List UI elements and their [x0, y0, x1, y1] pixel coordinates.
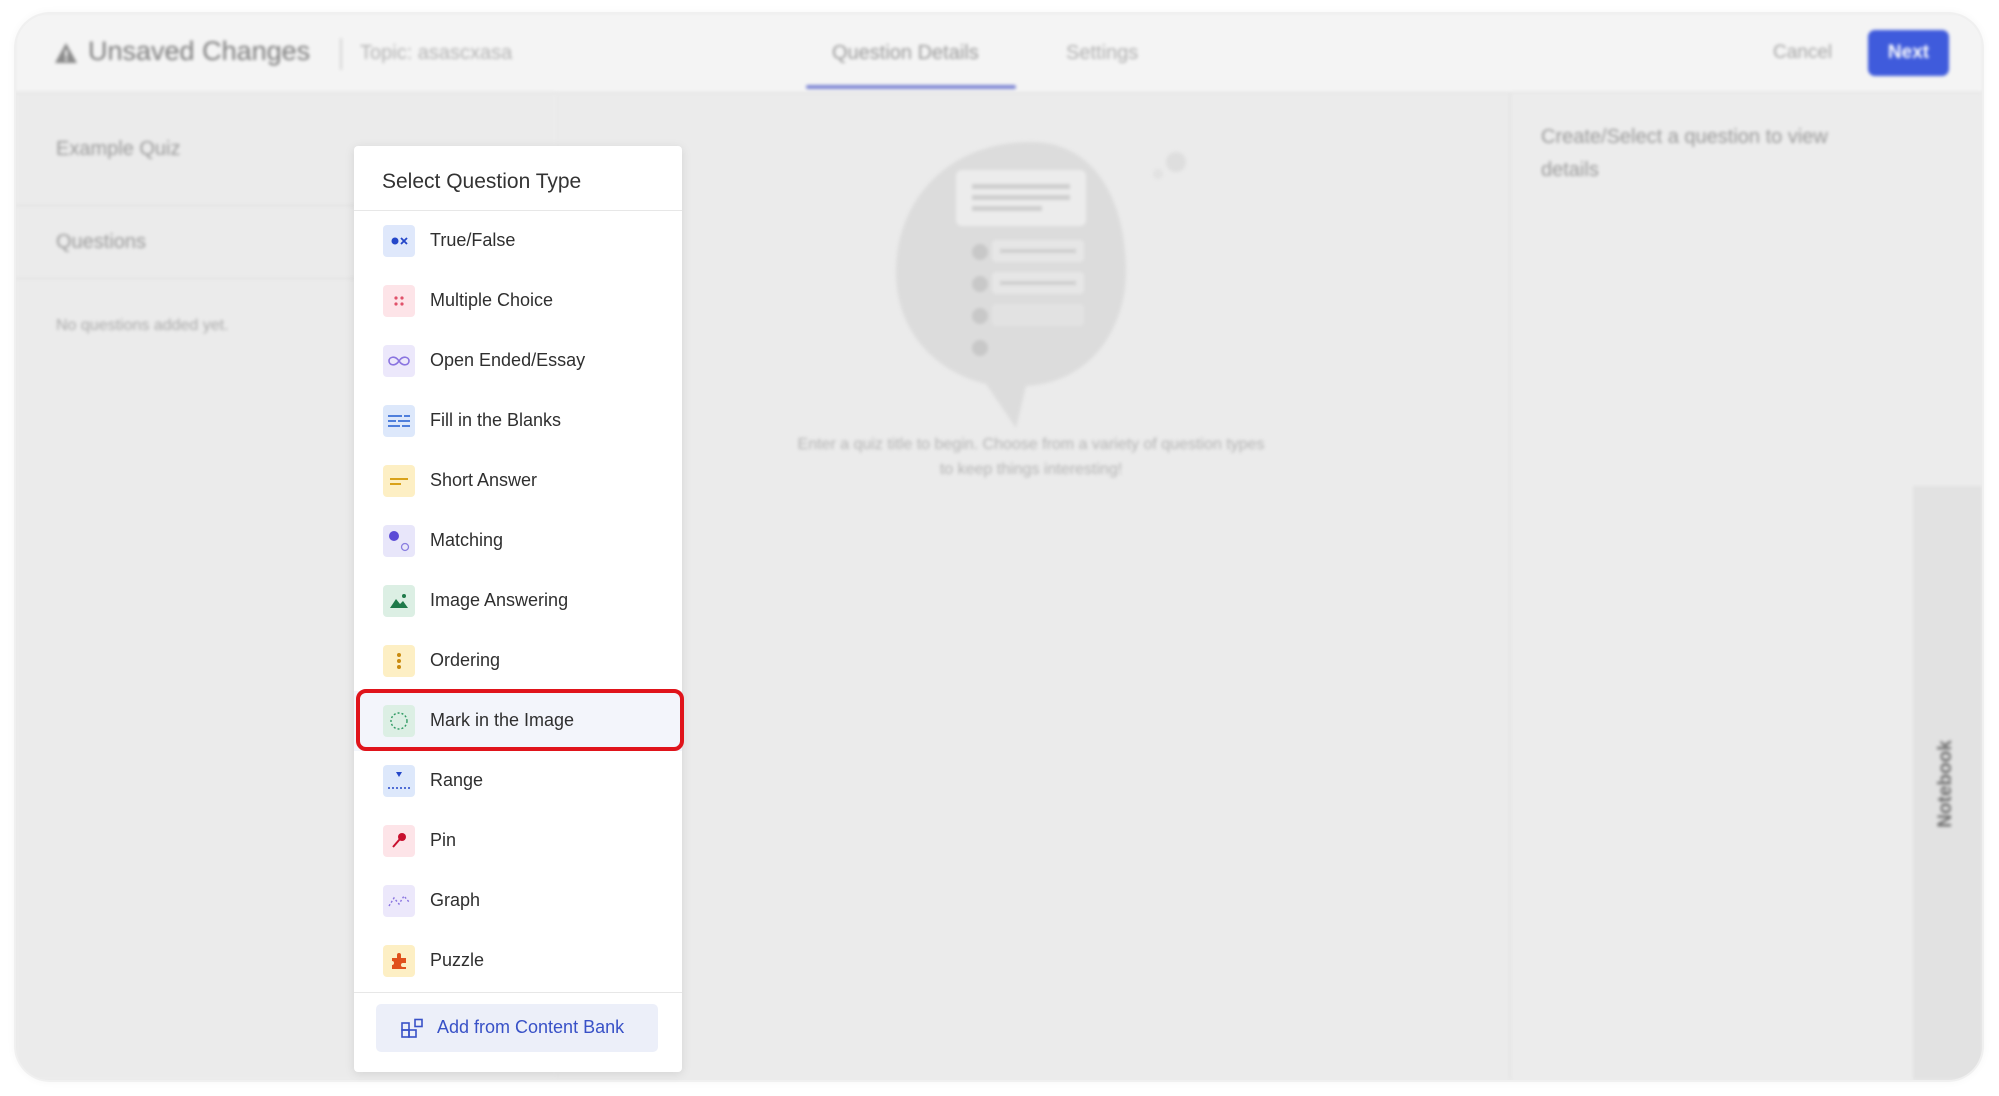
blurred-backdrop: Unsaved Changes Topic: asascxasa Questio…	[16, 14, 1982, 1080]
dropdown-footer-divider	[354, 992, 682, 993]
content-bank-label: Add from Content Bank	[437, 1017, 625, 1037]
question-type-label: Puzzle	[430, 950, 485, 970]
tab-question-details[interactable]: Question Details	[832, 42, 979, 65]
question-type-label: Open Ended/Essay	[430, 350, 586, 370]
question-type-fill-blanks[interactable]: Fill in the Blanks	[354, 391, 682, 451]
fill-blanks-icon	[383, 405, 415, 437]
question-type-pin[interactable]: Pin	[354, 811, 682, 871]
ordering-icon	[383, 645, 415, 677]
question-type-puzzle[interactable]: Puzzle	[354, 931, 682, 991]
quiz-name[interactable]: Example Quiz	[56, 138, 181, 161]
question-type-label: Matching	[430, 530, 504, 550]
top-bar: Unsaved Changes Topic: asascxasa Questio…	[16, 14, 1982, 93]
question-type-range[interactable]: Range	[354, 751, 682, 811]
question-type-label: True/False	[430, 230, 516, 250]
question-type-label: Ordering	[430, 650, 501, 670]
app-window: Unsaved Changes Topic: asascxasa Questio…	[16, 14, 1982, 1080]
topic-label: Topic: asascxasa	[360, 42, 513, 64]
title-divider	[340, 38, 342, 70]
warning-icon	[55, 43, 77, 63]
empty-questions-text: No questions added yet.	[56, 317, 229, 334]
selection-highlight	[356, 689, 684, 751]
empty-state-hint: Enter a quiz title to begin. Choose from…	[797, 436, 1265, 478]
next-button[interactable]: Next	[1868, 30, 1949, 76]
question-type-multiple-choice[interactable]: Multiple Choice	[354, 271, 682, 331]
question-type-label: Pin	[430, 830, 457, 850]
pin-icon	[383, 825, 415, 857]
content-bank-icon	[401, 1018, 423, 1038]
active-tab-indicator	[806, 85, 1016, 89]
question-type-image-answering[interactable]: Image Answering	[354, 571, 682, 631]
puzzle-icon	[383, 945, 415, 977]
question-type-short-answer[interactable]: Short Answer	[354, 451, 682, 511]
image-answering-icon	[383, 585, 415, 617]
question-type-label: Range	[430, 770, 484, 790]
notebook-label: Notebook	[1935, 740, 1956, 828]
cancel-button[interactable]: Cancel	[1773, 42, 1832, 64]
true-false-icon	[383, 225, 415, 257]
question-type-graph[interactable]: Graph	[354, 871, 682, 931]
question-type-label: Graph	[430, 890, 481, 910]
matching-icon	[383, 525, 415, 557]
tab-settings[interactable]: Settings	[1066, 42, 1138, 65]
question-type-true-false[interactable]: True/False	[354, 211, 682, 271]
add-from-content-bank-button[interactable]: Add from Content Bank	[376, 1004, 658, 1052]
graph-icon	[383, 885, 415, 917]
question-type-open-ended[interactable]: Open Ended/Essay	[354, 331, 682, 391]
question-type-label: Fill in the Blanks	[430, 410, 562, 430]
open-ended-icon	[383, 345, 415, 377]
short-answer-icon	[383, 465, 415, 497]
dropdown-title: Select Question Type	[382, 170, 582, 193]
questions-heading: Questions	[56, 231, 147, 253]
details-panel: Create/Select a question to view details	[1510, 93, 1982, 1080]
question-type-label: Multiple Choice	[430, 290, 554, 310]
question-type-label: Image Answering	[430, 590, 569, 610]
details-placeholder: Create/Select a question to view details	[1541, 126, 1828, 181]
multiple-choice-icon	[383, 285, 415, 317]
range-icon	[383, 765, 415, 797]
question-type-label: Short Answer	[430, 470, 538, 490]
empty-state-illustration-icon	[896, 142, 1186, 428]
question-type-ordering[interactable]: Ordering	[354, 631, 682, 691]
question-type-dropdown: Select Question Type True/False Multiple…	[354, 146, 682, 1072]
page-title: Unsaved Changes	[88, 36, 311, 66]
question-type-matching[interactable]: Matching	[354, 511, 682, 571]
